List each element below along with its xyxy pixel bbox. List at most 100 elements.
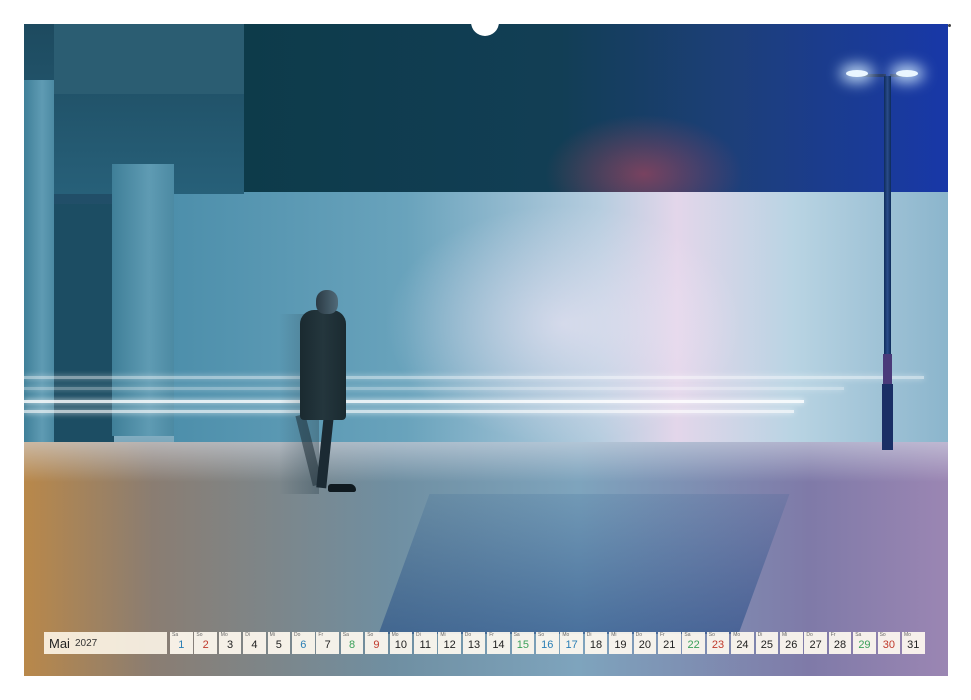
day-number: 15 (516, 639, 529, 651)
day-cell: Mo 24 (731, 632, 754, 654)
day-abbr: Do (294, 632, 301, 638)
day-cell: Sa 15 (511, 632, 535, 654)
person-head (316, 290, 338, 314)
day-abbr: So (538, 632, 545, 638)
day-number: 20 (638, 639, 651, 651)
day-cell: Do 6 (292, 632, 315, 654)
day-abbr: Mo (733, 632, 741, 638)
day-number: 4 (251, 639, 258, 651)
day-abbr: Mi (782, 632, 788, 638)
day-abbr: So (367, 632, 374, 638)
pavement-glow (24, 442, 948, 482)
day-number: 16 (541, 639, 554, 651)
day-abbr: Do (464, 632, 472, 638)
day-cell: Mo 17 (560, 632, 583, 654)
binding-hole (947, 24, 951, 27)
day-number: 28 (833, 639, 847, 651)
day-number: 27 (809, 639, 822, 651)
lamp-light-left (846, 70, 868, 77)
day-number: 7 (324, 639, 331, 651)
day-abbr: Fr (318, 632, 324, 638)
day-abbr: Mo (904, 632, 911, 638)
day-number: 25 (760, 639, 773, 651)
day-cell: Sa 29 (853, 632, 876, 654)
light-streak (24, 376, 924, 379)
light-streak (24, 410, 794, 413)
day-abbr: Di (757, 632, 763, 638)
day-cell: Di 18 (584, 632, 608, 654)
lamp-pole-base (882, 384, 893, 450)
day-abbr: So (708, 632, 715, 638)
day-cell: So 9 (365, 632, 388, 654)
day-number: 9 (373, 639, 380, 651)
day-abbr: So (879, 632, 886, 638)
day-cell: So 30 (877, 632, 901, 654)
day-number: 17 (565, 639, 578, 651)
month-year: 2027 (74, 637, 98, 649)
day-number: 18 (589, 639, 603, 651)
day-cell: Mo 31 (902, 632, 925, 654)
day-cell: Fr 28 (828, 632, 852, 654)
overhang-face (54, 24, 244, 94)
day-abbr: Fr (489, 632, 494, 638)
day-number: 13 (467, 639, 481, 651)
day-abbr: Do (635, 632, 642, 638)
day-abbr: Mo (562, 632, 570, 638)
day-number: 21 (663, 639, 676, 651)
person-shoe (328, 484, 356, 492)
lamp-light-right (896, 70, 918, 77)
day-cell: Fr 7 (316, 632, 339, 654)
day-cell: Di 11 (414, 632, 437, 654)
day-abbr: Mi (269, 632, 275, 638)
day-cell: Fr 14 (487, 632, 510, 654)
day-number: 10 (394, 639, 407, 651)
month-label: Mai 2027 (44, 632, 167, 654)
day-abbr: Sa (513, 632, 520, 638)
passage-shadow (54, 204, 114, 444)
day-abbr: Mi (440, 632, 446, 638)
light-streak (24, 387, 844, 390)
day-number: 24 (736, 639, 749, 651)
day-abbr: Sa (684, 632, 691, 638)
light-streak (24, 400, 804, 403)
day-abbr: Mi (611, 632, 617, 638)
month-name: Mai (49, 635, 70, 651)
day-abbr: Di (586, 632, 592, 638)
day-number: 5 (275, 639, 282, 651)
pavement-reflection (378, 494, 790, 634)
person-coat (300, 310, 346, 420)
day-number: 22 (687, 639, 700, 651)
day-abbr: Sa (172, 632, 179, 638)
day-cell: Do 27 (804, 632, 827, 654)
day-number: 29 (858, 639, 871, 651)
day-number: 23 (711, 639, 725, 651)
day-abbr: So (196, 632, 203, 638)
day-cell: Mi 12 (438, 632, 461, 654)
day-cell: So 16 (536, 632, 559, 654)
day-cell: Fr 21 (658, 632, 681, 654)
day-cell: Sa 22 (682, 632, 705, 654)
day-abbr: Fr (830, 632, 836, 638)
day-abbr: Mo (391, 632, 399, 638)
day-cell: Mo 3 (218, 632, 242, 654)
pillar-middle (112, 164, 174, 436)
day-abbr: Sa (342, 632, 349, 638)
day-cell: Sa 1 (170, 632, 193, 654)
day-cell: Di 25 (755, 632, 779, 654)
day-number: 6 (300, 639, 307, 651)
day-cell: So 2 (194, 632, 217, 654)
day-number: 11 (419, 639, 431, 651)
light-haze (384, 204, 744, 444)
day-number: 8 (348, 639, 356, 651)
day-abbr: Fr (660, 632, 665, 638)
day-number: 14 (492, 639, 505, 651)
day-cell: Do 20 (633, 632, 657, 654)
day-cell: Mo 10 (389, 632, 413, 654)
calendar-strip: Mai 2027 Sa 1 So 2 Mo 3 Di 4 Mi 5 Do 6 Fr 7 Sa 8 So 9 Mo 10… (44, 632, 926, 654)
day-cell: So 23 (706, 632, 730, 654)
day-cell: Mi 5 (267, 632, 291, 654)
day-number: 12 (443, 639, 456, 651)
day-cell: Di 4 (243, 632, 266, 654)
day-abbr: Sa (855, 632, 862, 638)
calendar-photo (24, 24, 948, 676)
